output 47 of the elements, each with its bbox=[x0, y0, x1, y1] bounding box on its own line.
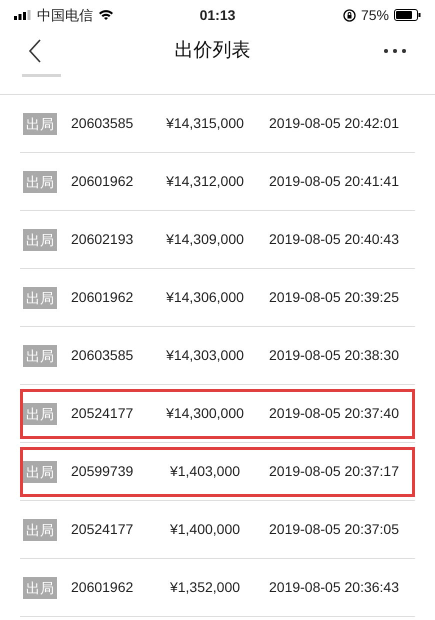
status-badge: 出局 bbox=[23, 344, 57, 366]
bid-time: 2019-08-05 20:42:01 bbox=[269, 114, 399, 133]
bid-time: 2019-08-05 20:40:43 bbox=[269, 230, 399, 249]
status-badge: 出局 bbox=[23, 112, 57, 134]
rotation-lock-icon bbox=[342, 8, 356, 22]
bid-price: ¥1,403,000 bbox=[168, 462, 242, 481]
badge-edge bbox=[22, 74, 61, 77]
bidder-id: 20524177 bbox=[71, 520, 134, 539]
battery-percent: 75% bbox=[360, 6, 389, 24]
bid-time: 2019-08-05 20:37:40 bbox=[269, 404, 399, 423]
bidder-id: 20603585 bbox=[71, 346, 134, 365]
bid-time: 2019-08-05 20:37:05 bbox=[269, 520, 399, 539]
more-icon[interactable] bbox=[383, 48, 407, 54]
carrier-name: 中国电信 bbox=[37, 6, 93, 24]
bidder-id: 20601962 bbox=[71, 172, 134, 191]
wifi-icon bbox=[98, 9, 114, 21]
battery-icon bbox=[394, 9, 421, 21]
bidder-id: 20524177 bbox=[71, 404, 134, 423]
bid-time: 2019-08-05 20:38:30 bbox=[269, 346, 399, 365]
bid-time: 2019-08-05 20:41:41 bbox=[269, 172, 399, 191]
page-title: 出价列表 bbox=[174, 38, 250, 63]
bidder-id: 20602193 bbox=[71, 230, 134, 249]
bid-price: ¥14,306,000 bbox=[165, 288, 245, 307]
status-badge: 出局 bbox=[23, 286, 57, 308]
bid-price: ¥1,400,000 bbox=[168, 520, 242, 539]
bid-price: ¥1,352,000 bbox=[168, 578, 242, 597]
status-badge: 出局 bbox=[23, 518, 57, 540]
bidder-id: 20599739 bbox=[71, 462, 134, 481]
signal-icon bbox=[14, 10, 32, 20]
bid-price: ¥14,315,000 bbox=[165, 114, 245, 133]
bid-time: 2019-08-05 20:37:17 bbox=[269, 462, 399, 481]
bid-price: ¥14,303,000 bbox=[165, 346, 245, 365]
status-badge: 出局 bbox=[23, 460, 57, 482]
bid-price: ¥14,312,000 bbox=[165, 172, 245, 191]
clock: 01:13 bbox=[200, 6, 236, 24]
bid-time: 2019-08-05 20:36:43 bbox=[269, 578, 399, 597]
bid-price: ¥14,300,000 bbox=[165, 404, 245, 423]
bidder-id: 20601962 bbox=[71, 578, 134, 597]
bidder-id: 20601962 bbox=[71, 288, 134, 307]
status-badge: 出局 bbox=[23, 576, 57, 598]
status-badge: 出局 bbox=[23, 402, 57, 424]
bidder-id: 20603585 bbox=[71, 114, 134, 133]
status-badge: 出局 bbox=[23, 170, 57, 192]
status-badge: 出局 bbox=[23, 228, 57, 250]
bid-time: 2019-08-05 20:39:25 bbox=[269, 288, 399, 307]
back-icon[interactable] bbox=[28, 39, 42, 63]
bid-price: ¥14,309,000 bbox=[165, 230, 245, 249]
